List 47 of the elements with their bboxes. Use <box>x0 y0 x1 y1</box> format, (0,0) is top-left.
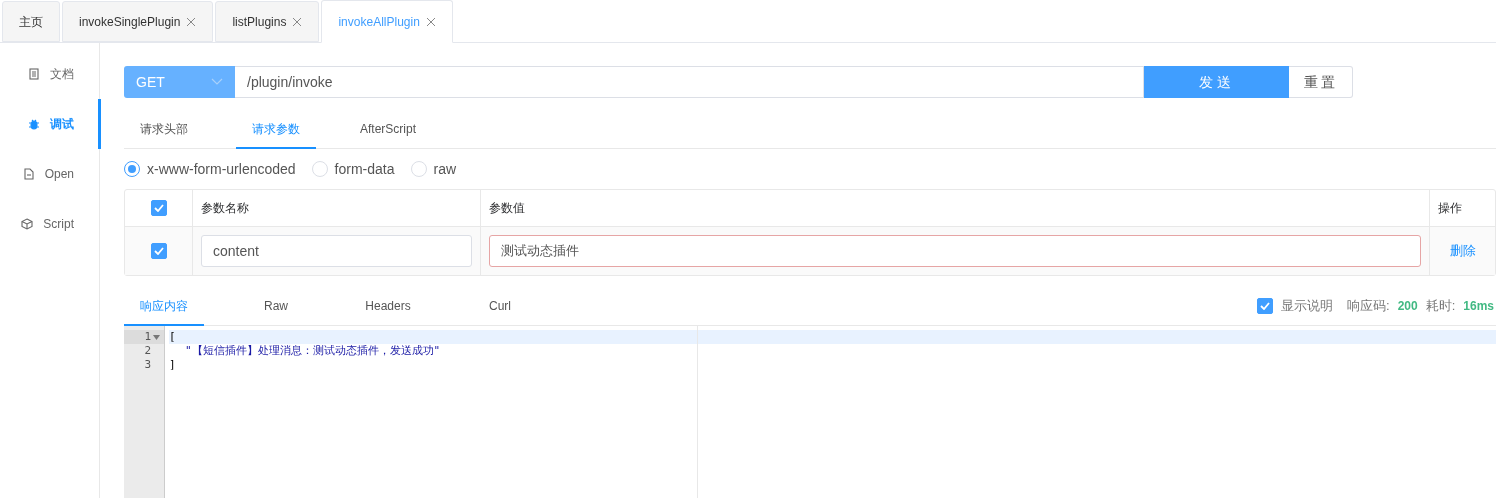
column-header: 操作 <box>1438 200 1462 217</box>
tab[interactable]: listPlugins <box>215 1 320 42</box>
time-label: 耗时: <box>1425 297 1456 316</box>
response-tab[interactable]: Raw <box>236 288 316 326</box>
checkmark-icon <box>153 247 164 255</box>
response-time: 16ms <box>1463 298 1494 315</box>
code-line: ] <box>169 358 176 371</box>
sidebar-item[interactable]: Script <box>0 199 101 249</box>
param-name-field[interactable]: content <box>201 235 472 267</box>
request-tab[interactable]: 请求头部 <box>124 111 204 149</box>
tab[interactable]: 主页 <box>2 1 60 42</box>
close-icon[interactable] <box>186 16 197 27</box>
checkbox[interactable] <box>150 243 167 259</box>
line-number: 1 <box>144 330 151 344</box>
line-number: 3 <box>144 358 151 372</box>
bug-icon <box>28 118 40 130</box>
radio-label[interactable]: form-data <box>334 158 395 180</box>
response-tab[interactable]: Curl <box>460 288 540 326</box>
param-value-field[interactable]: 测试动态插件 <box>489 235 1421 267</box>
response-tab[interactable]: Headers <box>348 288 428 326</box>
checkbox[interactable] <box>1257 298 1273 314</box>
reset-button[interactable]: 重置 <box>1289 66 1353 98</box>
code-line: "【短信插件】处理消息：测试动态插件，发送成功" <box>184 344 441 357</box>
column-header: 参数值 <box>489 200 525 217</box>
fold-caret-icon[interactable] <box>153 334 160 340</box>
sidebar-item[interactable]: 文档 <box>0 49 101 99</box>
line-number: 2 <box>144 344 151 358</box>
status-code-label: 响应码: <box>1347 297 1390 316</box>
checkmark-icon <box>1260 302 1270 310</box>
chevron-down-icon <box>211 78 223 86</box>
select-all-checkbox[interactable] <box>150 200 167 216</box>
code-line: [ <box>169 330 176 343</box>
radio-label[interactable]: x-www-form-urlencoded <box>147 158 296 180</box>
request-tab[interactable]: AfterScript <box>348 111 428 149</box>
sidebar-item[interactable]: Open <box>0 149 101 199</box>
cube-icon <box>21 218 34 230</box>
column-header: 参数名称 <box>201 200 249 217</box>
checkbox-label[interactable]: 显示说明 <box>1281 296 1333 316</box>
close-icon[interactable] <box>425 16 436 27</box>
status-code: 200 <box>1397 298 1418 315</box>
document-icon <box>28 68 40 80</box>
checkmark-icon <box>153 204 164 212</box>
close-icon[interactable] <box>292 16 303 27</box>
tab[interactable]: invokeSinglePlugin <box>62 1 214 42</box>
url-field[interactable]: /plugin/invoke <box>235 66 1144 98</box>
radio-label[interactable]: raw <box>433 158 457 180</box>
file-icon <box>22 168 35 180</box>
